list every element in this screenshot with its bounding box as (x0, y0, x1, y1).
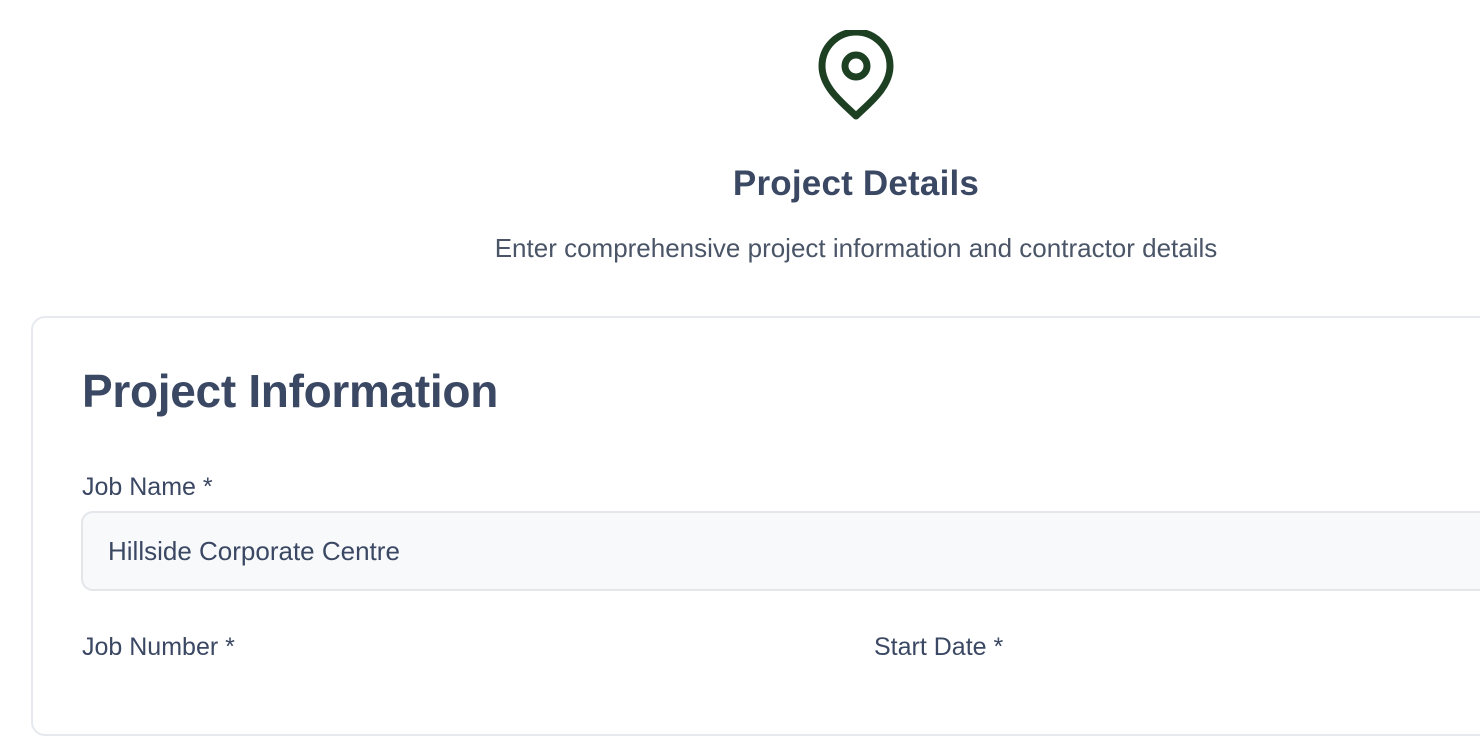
job-number-label: Job Number * (82, 633, 235, 661)
page-subtitle: Enter comprehensive project information … (494, 233, 1218, 263)
section-title: Project Information (82, 365, 499, 417)
map-pin-icon (818, 30, 894, 120)
job-name-label: Job Name * (82, 473, 213, 501)
page-title: Project Details (732, 164, 980, 203)
job-name-input[interactable] (81, 511, 1480, 591)
project-information-card: Project Information Job Name * Job Numbe… (31, 316, 1480, 736)
start-date-label: Start Date * (874, 633, 1004, 661)
